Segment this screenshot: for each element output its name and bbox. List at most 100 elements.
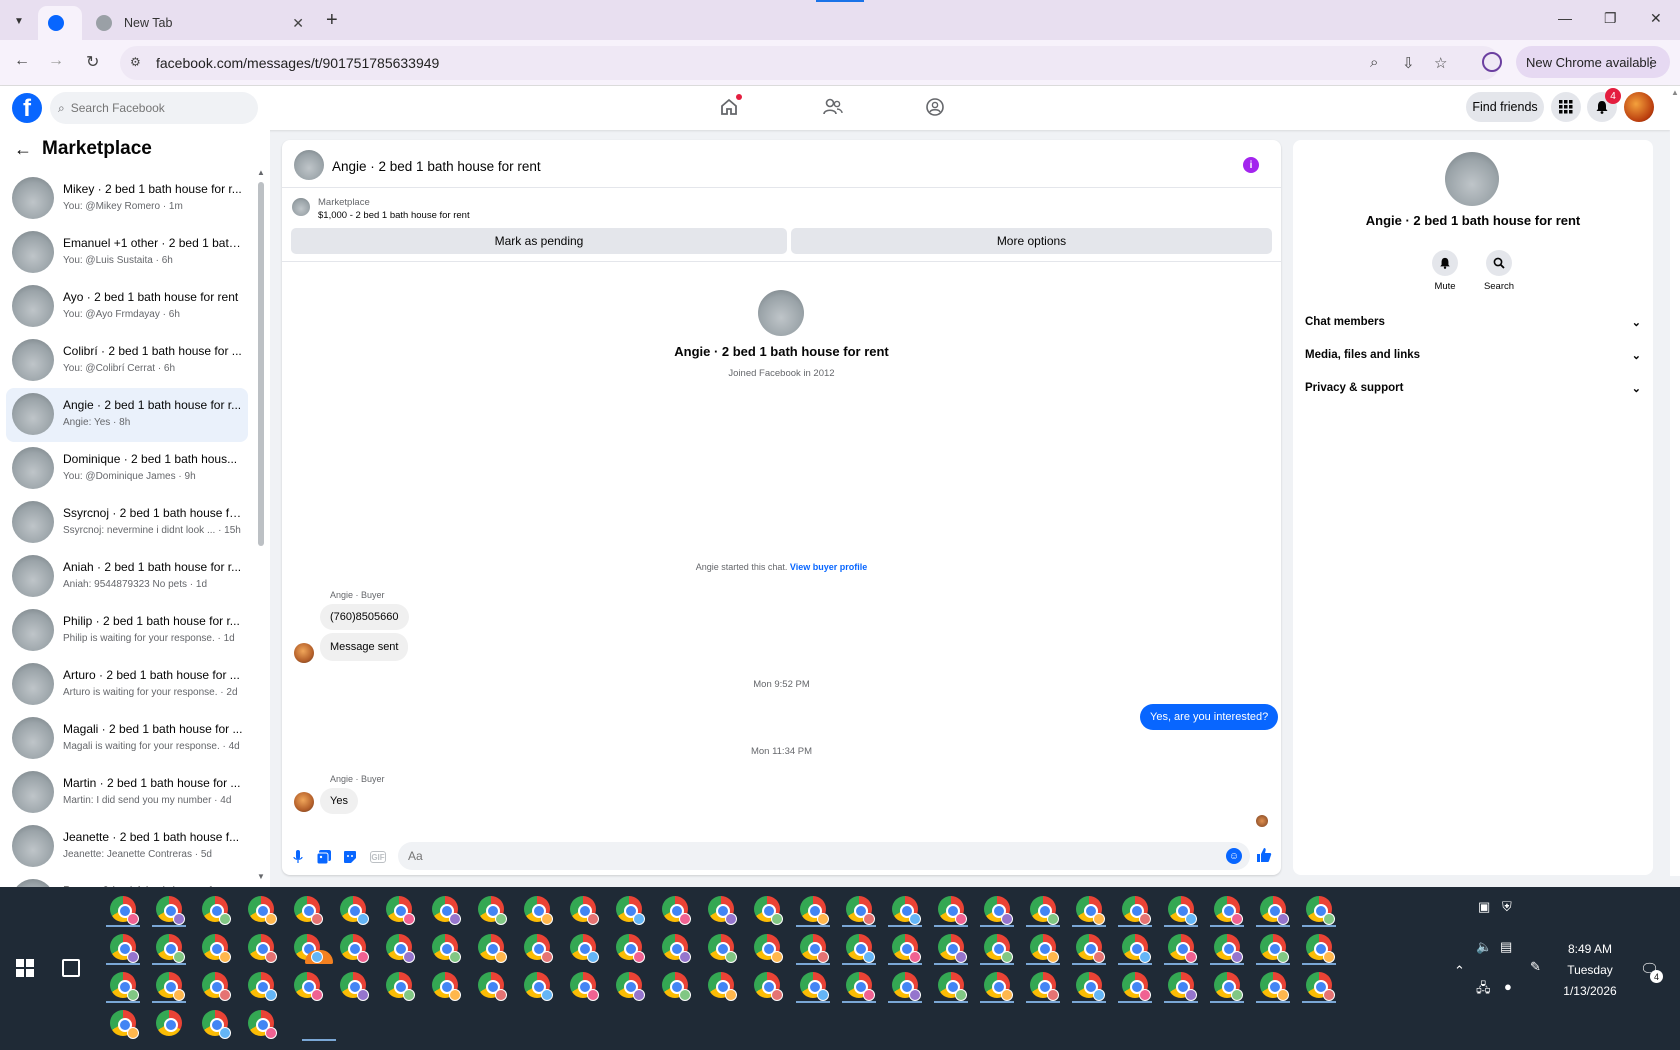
- restore-icon[interactable]: ❐: [1604, 10, 1617, 27]
- chat-members-section[interactable]: Chat members ⌄: [1305, 316, 1641, 336]
- thumbs-up-icon[interactable]: [1256, 847, 1272, 868]
- chrome-profile-taskbar-icon[interactable]: [524, 934, 553, 963]
- back-arrow-icon[interactable]: ←: [14, 139, 32, 160]
- bookmark-star-icon[interactable]: ☆: [1434, 54, 1447, 72]
- chrome-profile-taskbar-icon[interactable]: [248, 1010, 277, 1039]
- page-scrollbar[interactable]: ▲: [1670, 86, 1680, 876]
- url-text[interactable]: facebook.com/messages/t/901751785633949: [156, 55, 439, 71]
- chrome-profile-taskbar-icon[interactable]: [1122, 972, 1151, 1001]
- chrome-profile-taskbar-icon[interactable]: [524, 896, 553, 925]
- install-app-icon[interactable]: ⇩: [1402, 54, 1415, 72]
- chrome-profile-taskbar-icon[interactable]: [432, 972, 461, 1001]
- listing-price-title[interactable]: $1,000 - 2 bed 1 bath house for rent: [318, 210, 470, 221]
- conversation-item[interactable]: Angie · 2 bed 1 bath house for r... Angie…: [6, 388, 248, 442]
- chrome-profile-taskbar-icon[interactable]: [662, 896, 691, 925]
- chrome-profile-taskbar-icon[interactable]: [248, 896, 277, 925]
- chrome-profile-taskbar-icon[interactable]: [1122, 896, 1151, 925]
- details-avatar[interactable]: [1445, 152, 1499, 206]
- conversation-scrollbar[interactable]: ▲ ▼: [256, 168, 266, 882]
- conversation-item[interactable]: Mikey · 2 bed 1 bath house for r... You: …: [6, 172, 248, 226]
- minimize-icon[interactable]: —: [1558, 10, 1572, 26]
- chrome-profile-taskbar-icon[interactable]: [156, 1010, 182, 1036]
- menu-grid-icon[interactable]: [1551, 92, 1581, 122]
- friends-icon[interactable]: [822, 96, 844, 118]
- scrollbar-thumb[interactable]: [258, 182, 264, 546]
- chat-title[interactable]: Angie · 2 bed 1 bath house for rent: [332, 159, 541, 174]
- chrome-profile-taskbar-icon[interactable]: [1214, 896, 1243, 925]
- chrome-profile-taskbar-icon[interactable]: [938, 972, 967, 1001]
- chrome-profile-taskbar-icon[interactable]: [754, 972, 783, 1001]
- message-input[interactable]: [408, 849, 1188, 863]
- facebook-search[interactable]: ⌕: [50, 92, 258, 124]
- security-shield-icon[interactable]: ⛨: [1502, 899, 1512, 915]
- chrome-profile-taskbar-icon[interactable]: [156, 896, 185, 925]
- chrome-profile-taskbar-icon[interactable]: [892, 896, 921, 925]
- chrome-profile-taskbar-icon[interactable]: [478, 934, 507, 963]
- conversation-item[interactable]: Colibrí · 2 bed 1 bath house for ... You:…: [6, 334, 248, 388]
- chrome-profile-taskbar-icon[interactable]: [1260, 896, 1289, 925]
- mark-as-pending-button[interactable]: Mark as pending: [291, 228, 787, 254]
- chrome-profile-taskbar-icon[interactable]: [754, 896, 783, 925]
- app-tray-icon[interactable]: ▤: [1500, 939, 1512, 955]
- scroll-down-icon[interactable]: ▼: [257, 872, 265, 881]
- chrome-profile-taskbar-icon[interactable]: [1260, 934, 1289, 963]
- network-icon[interactable]: 🖧: [1476, 979, 1491, 1001]
- info-icon[interactable]: i: [1243, 157, 1259, 173]
- chrome-profile-taskbar-icon[interactable]: [708, 934, 737, 963]
- chrome-profile-taskbar-icon[interactable]: [984, 972, 1013, 1001]
- chrome-profile-taskbar-icon[interactable]: [1030, 896, 1059, 925]
- volume-icon[interactable]: 🔈: [1476, 939, 1492, 955]
- chrome-profile-taskbar-icon[interactable]: [1122, 934, 1151, 963]
- chrome-profile-taskbar-icon[interactable]: [1306, 972, 1335, 1001]
- chrome-profile-taskbar-icon[interactable]: [1030, 934, 1059, 963]
- sender-avatar[interactable]: [294, 643, 314, 663]
- chrome-profile-taskbar-icon[interactable]: [340, 972, 369, 1001]
- emoji-icon[interactable]: ☺: [1226, 848, 1242, 864]
- chrome-profile-taskbar-icon[interactable]: [340, 896, 369, 925]
- chrome-profile-taskbar-icon[interactable]: [1076, 972, 1105, 1001]
- chrome-profile-taskbar-icon[interactable]: [1214, 972, 1243, 1001]
- privacy-support-section[interactable]: Privacy & support ⌄: [1305, 382, 1641, 402]
- forward-arrow-icon[interactable]: →: [48, 52, 64, 70]
- conversation-item[interactable]: Martin · 2 bed 1 bath house for ... Marti…: [6, 766, 248, 820]
- tray-app-icon[interactable]: ●: [1504, 979, 1512, 994]
- message-bubble-phone[interactable]: (760)8505660: [320, 604, 409, 630]
- tab-new-tab[interactable]: New Tab ✕: [86, 6, 314, 40]
- chrome-profile-taskbar-icon[interactable]: [1260, 972, 1289, 1001]
- conversation-item[interactable]: Ssyrcnoj · 2 bed 1 bath house fo... Ssyrc…: [6, 496, 248, 550]
- task-view-icon[interactable]: [62, 959, 80, 977]
- view-buyer-profile-link[interactable]: View buyer profile: [790, 562, 867, 572]
- chrome-profile-taskbar-icon[interactable]: [110, 972, 139, 1001]
- chrome-profile-taskbar-icon[interactable]: [294, 896, 323, 925]
- close-window-icon[interactable]: ✕: [1650, 10, 1662, 27]
- chrome-profile-taskbar-icon[interactable]: [110, 1010, 139, 1039]
- chrome-profile-taskbar-icon[interactable]: [1306, 896, 1335, 925]
- chrome-profile-taskbar-icon[interactable]: [202, 972, 231, 1001]
- chrome-profile-taskbar-icon[interactable]: [248, 972, 277, 1001]
- message-input-container[interactable]: ☺: [398, 842, 1250, 870]
- conversation-item[interactable]: Arturo · 2 bed 1 bath house for ... Artur…: [6, 658, 248, 712]
- notifications-bell-icon[interactable]: 4: [1587, 88, 1621, 122]
- chrome-profile-taskbar-icon[interactable]: [202, 1010, 231, 1039]
- conversation-item[interactable]: Jeanette · 2 bed 1 bath house f... Jeanet…: [6, 820, 248, 874]
- chrome-profile-taskbar-icon[interactable]: [984, 934, 1013, 963]
- chrome-profile-taskbar-icon[interactable]: [1168, 972, 1197, 1001]
- home-icon[interactable]: [718, 94, 742, 118]
- chrome-profile-taskbar-icon[interactable]: [846, 934, 875, 963]
- chrome-profile-taskbar-icon[interactable]: [616, 972, 645, 1001]
- back-arrow-icon[interactable]: ←: [14, 52, 30, 70]
- conversation-item[interactable]: Dominique · 2 bed 1 bath hous... You: @Do…: [6, 442, 248, 496]
- meet-now-icon[interactable]: ▣: [1478, 899, 1490, 915]
- photo-gallery-icon[interactable]: [316, 849, 332, 865]
- chrome-profile-taskbar-icon[interactable]: [1168, 934, 1197, 963]
- chrome-profile-taskbar-icon[interactable]: [662, 934, 691, 963]
- chat-avatar[interactable]: [294, 150, 324, 180]
- chrome-profile-taskbar-icon[interactable]: [892, 934, 921, 963]
- pen-icon[interactable]: ✎: [1530, 959, 1541, 975]
- listing-thumbnail[interactable]: [292, 198, 310, 216]
- chrome-profile-taskbar-icon[interactable]: [1214, 934, 1243, 963]
- show-hidden-icons-chevron-icon[interactable]: ⌃: [1454, 963, 1465, 979]
- chrome-profile-taskbar-icon[interactable]: [800, 934, 829, 963]
- media-files-links-section[interactable]: Media, files and links ⌄: [1305, 349, 1641, 369]
- chrome-profile-taskbar-icon[interactable]: [202, 896, 231, 925]
